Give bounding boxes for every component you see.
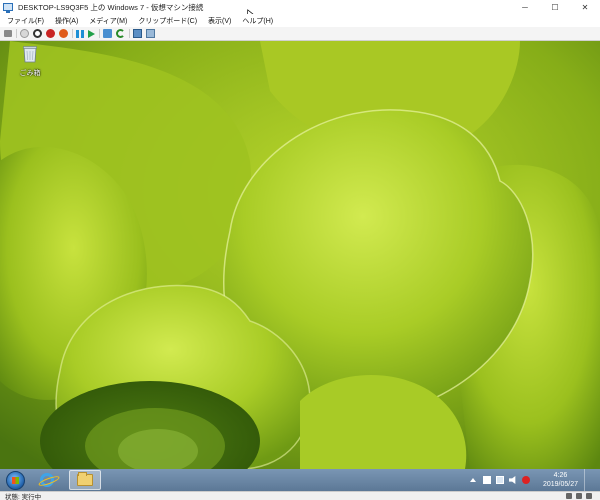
keyboard-icon xyxy=(566,493,572,499)
vm-connect-icon xyxy=(3,3,13,13)
menu-bar: ファイル(F) 操作(A) メディア(M) クリップボード(C) 表示(V) ヘ… xyxy=(0,14,600,27)
close-button[interactable]: ✕ xyxy=(570,0,600,14)
toolbar-separator xyxy=(16,29,17,38)
taskbar: 4:26 2019/05/27 xyxy=(0,469,600,491)
recycle-bin[interactable]: ごみ箱 xyxy=(17,45,43,78)
recycle-bin-icon xyxy=(23,46,37,63)
window-title: DESKTOP-LS9Q3F5 上の Windows 7 - 仮想マシン接続 xyxy=(18,2,204,12)
status-icons xyxy=(562,493,592,499)
clock-time: 4:26 xyxy=(553,472,568,479)
guest-desktop[interactable]: ごみ箱 xyxy=(0,41,600,469)
share-icon[interactable] xyxy=(146,29,155,38)
action-center-flag-icon[interactable] xyxy=(482,476,491,484)
toolbar-separator xyxy=(129,29,130,38)
status-bar: 状態: 実行中 xyxy=(0,491,600,500)
volume-icon[interactable] xyxy=(508,476,516,484)
maximize-button[interactable]: ☐ xyxy=(540,0,570,14)
toolbar-separator xyxy=(72,29,73,38)
explorer-folder-icon xyxy=(77,472,93,486)
pause-icon[interactable] xyxy=(76,29,84,38)
network-icon[interactable] xyxy=(495,476,504,484)
notification-area: 4:26 2019/05/27 xyxy=(469,469,592,491)
shutdown-icon[interactable] xyxy=(59,29,68,38)
clock[interactable]: 4:26 2019/05/27 xyxy=(543,471,578,489)
lock-icon xyxy=(576,493,582,499)
show-hidden-icon[interactable] xyxy=(469,478,476,482)
taskbar-internet-explorer[interactable] xyxy=(31,470,63,490)
toolbar-separator xyxy=(99,29,100,38)
menu-action[interactable]: 操作(A) xyxy=(55,16,78,26)
menu-file[interactable]: ファイル(F) xyxy=(7,16,44,26)
toolbar xyxy=(0,27,600,41)
window-controls: ─ ☐ ✕ xyxy=(510,0,600,14)
stop-icon[interactable] xyxy=(46,29,55,38)
succulent-wallpaper xyxy=(0,41,600,469)
menu-clipboard[interactable]: クリップボード(C) xyxy=(138,16,197,26)
turn-off-icon[interactable] xyxy=(33,29,42,38)
no-audio-icon[interactable] xyxy=(521,476,530,484)
checkpoint-icon[interactable] xyxy=(103,29,112,38)
menu-help[interactable]: ヘルプ(H) xyxy=(242,16,273,26)
status-text: 状態: 実行中 xyxy=(5,494,42,500)
session-icon xyxy=(586,493,592,499)
show-desktop-button[interactable] xyxy=(584,469,592,491)
recycle-bin-label: ごみ箱 xyxy=(19,70,41,77)
menu-view[interactable]: 表示(V) xyxy=(208,16,231,26)
enhanced-session-icon[interactable] xyxy=(133,29,142,38)
internet-explorer-icon xyxy=(40,473,54,487)
taskbar-explorer[interactable] xyxy=(69,470,101,490)
start-button[interactable] xyxy=(6,470,25,490)
clock-date: 2019/05/27 xyxy=(542,481,578,488)
start-icon[interactable] xyxy=(20,29,29,38)
minimize-button[interactable]: ─ xyxy=(510,0,540,14)
menu-media[interactable]: メディア(M) xyxy=(89,16,127,26)
title-bar: DESKTOP-LS9Q3F5 上の Windows 7 - 仮想マシン接続 ─… xyxy=(0,0,600,14)
revert-icon[interactable] xyxy=(116,29,125,38)
resume-icon[interactable] xyxy=(88,29,95,38)
ctrl-alt-del-icon[interactable] xyxy=(4,30,12,37)
